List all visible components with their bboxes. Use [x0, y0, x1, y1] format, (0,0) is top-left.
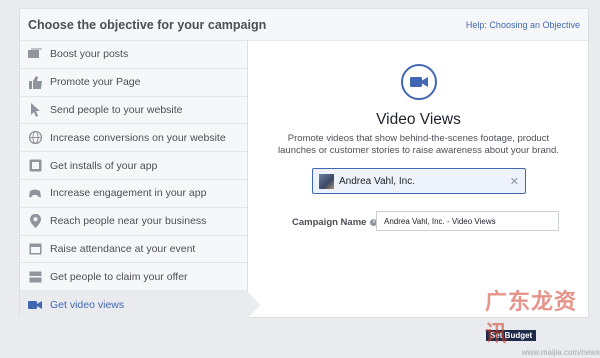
objective-video-views[interactable]: Get video views	[20, 291, 260, 319]
objective-label: Reach people near your business	[50, 215, 207, 228]
objective-local-awareness[interactable]: Reach people near your business	[20, 207, 247, 236]
help-link[interactable]: Help: Choosing an Objective	[466, 20, 580, 30]
objective-label: Promote your Page	[50, 76, 141, 89]
objective-app-engagement[interactable]: Increase engagement in your app	[20, 179, 247, 208]
objective-label: Get video views	[50, 299, 125, 312]
video-camera-icon	[401, 64, 437, 100]
video-camera-icon	[28, 298, 42, 312]
objective-event-responses[interactable]: Raise attendance at your event	[20, 235, 247, 264]
objective-app-installs[interactable]: Get installs of your app	[20, 152, 247, 180]
objective-label: Get people to claim your offer	[50, 270, 188, 283]
objective-label: Raise attendance at your event	[50, 242, 196, 255]
objective-detail: Video Views Promote videos that show beh…	[249, 41, 588, 317]
page-selector-value: Andrea Vahl, Inc.	[339, 175, 415, 187]
close-icon[interactable]: ✕	[510, 175, 519, 188]
objective-label: Boost your posts	[50, 48, 129, 61]
objective-title: Video Views	[376, 111, 461, 128]
offer-tag-icon	[28, 270, 42, 284]
posts-icon	[28, 47, 42, 61]
objective-website-conversions[interactable]: Increase conversions on your website	[20, 124, 247, 153]
objective-promote-page[interactable]: Promote your Page	[20, 68, 247, 97]
page-selector[interactable]: Andrea Vahl, Inc. ✕	[312, 168, 526, 194]
campaign-name-label-text: Campaign Name	[292, 217, 367, 228]
calendar-icon	[28, 242, 42, 256]
objective-website-clicks[interactable]: Send people to your website	[20, 96, 247, 125]
panel-header: Choose the objective for your campaign H…	[20, 9, 588, 41]
objective-list: Boost your posts Promote your Page Send …	[20, 41, 260, 319]
panel-title: Choose the objective for your campaign	[28, 17, 267, 32]
objective-boost-posts[interactable]: Boost your posts	[20, 41, 247, 69]
gamepad-icon	[28, 186, 42, 200]
objective-label: Increase engagement in your app	[50, 187, 207, 200]
map-pin-icon	[28, 214, 42, 229]
objective-label: Get installs of your app	[50, 159, 158, 172]
cursor-icon	[28, 102, 42, 117]
avatar	[319, 173, 334, 189]
campaign-name-input[interactable]: Andrea Vahl, Inc. - Video Views	[376, 211, 559, 231]
set-budget-button-fragment: Set Budget	[486, 330, 537, 341]
campaign-name-label: Campaign Name i	[292, 217, 378, 228]
thumbs-up-icon	[28, 75, 42, 89]
objective-panel: Choose the objective for your campaign H…	[19, 8, 589, 319]
objective-label: Send people to your website	[50, 103, 183, 116]
objective-label: Increase conversions on your website	[50, 131, 226, 144]
objective-description: Promote videos that show behind-the-scen…	[278, 133, 559, 156]
objective-offer-claims[interactable]: Get people to claim your offer	[20, 263, 247, 292]
globe-icon	[28, 131, 42, 145]
watermark-url: www.maijia.com/news	[521, 348, 600, 357]
app-box-icon	[28, 159, 42, 173]
